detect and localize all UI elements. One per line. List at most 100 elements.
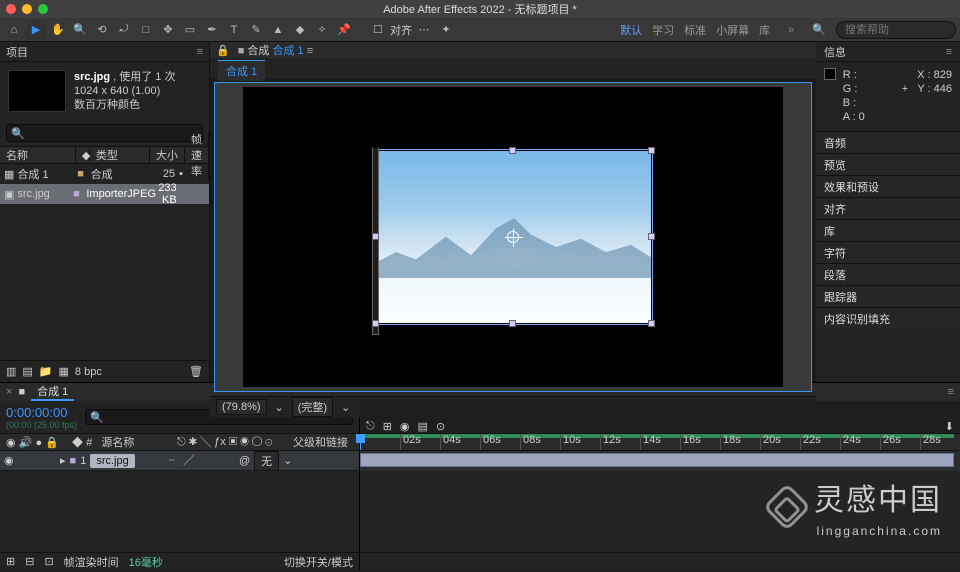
help-search-input[interactable] xyxy=(845,24,947,36)
selection-tool-icon[interactable]: ▶ xyxy=(26,20,46,40)
comp-layer-image[interactable] xyxy=(376,151,651,323)
anchor-tool-icon[interactable]: ✥ xyxy=(158,20,178,40)
playhead[interactable] xyxy=(360,434,361,450)
render-icon[interactable]: ▤ xyxy=(22,365,32,378)
tl-toggle1-icon[interactable]: ⊞ xyxy=(6,555,15,568)
switch-collapse-icon[interactable]: ✱ xyxy=(189,436,197,448)
shy-toggle-icon[interactable]: ⎋ xyxy=(366,420,375,433)
eye-column-icon[interactable]: ◉ xyxy=(6,437,16,449)
tl-toggle2-icon[interactable]: ⊟ xyxy=(25,555,34,568)
layer-track[interactable] xyxy=(360,451,960,471)
layer-row[interactable]: ◉ ▸ ■ 1 src.jpg ⎯ ╱ @ 无 ⌄ xyxy=(0,451,359,471)
label-column-icon[interactable]: ◆ xyxy=(72,437,83,449)
align-section[interactable]: 对齐 xyxy=(816,197,960,219)
puppet-tool-icon[interactable]: 📌 xyxy=(334,20,354,40)
layer-twirl-icon[interactable]: ▸ xyxy=(60,454,66,467)
hand-tool-icon[interactable]: ✋ xyxy=(48,20,68,40)
bpc-button[interactable]: 8 bpc xyxy=(75,366,102,378)
marker-icon[interactable]: ⬇ xyxy=(945,420,954,433)
draft3d-icon[interactable]: ⊙ xyxy=(436,420,445,433)
trash-icon[interactable]: 🗑 xyxy=(189,365,203,378)
clone-tool-icon[interactable]: ▲ xyxy=(268,20,288,40)
handle-tm[interactable] xyxy=(509,147,516,154)
graph-editor-icon[interactable]: ▤ xyxy=(418,420,428,433)
roto-tool-icon[interactable]: ✧ xyxy=(312,20,332,40)
handle-ml[interactable] xyxy=(372,233,379,240)
brush-tool-icon[interactable]: ✎ xyxy=(246,20,266,40)
handle-mr[interactable] xyxy=(648,233,655,240)
rotate-tool-icon[interactable]: ⤾ xyxy=(114,20,134,40)
info-menu-icon[interactable]: ≡ xyxy=(946,46,952,58)
time-ruler[interactable]: 02s04s06s08s10s12s14s16s18s20s22s24s26s2… xyxy=(360,433,960,451)
project-tab[interactable]: 项目 xyxy=(6,44,28,60)
help-search[interactable] xyxy=(836,21,956,39)
maximize-window-icon[interactable] xyxy=(38,4,48,14)
timeline-close-icon[interactable]: × xyxy=(6,386,12,398)
orbit-tool-icon[interactable]: ⟲ xyxy=(92,20,112,40)
comp-lock-icon[interactable]: 🔒 xyxy=(216,44,230,57)
paragraph-section[interactable]: 段落 xyxy=(816,263,960,285)
type-tool-icon[interactable]: T xyxy=(224,20,244,40)
workspace-small[interactable]: 小屏幕 xyxy=(716,22,749,38)
toggle-switches-button[interactable]: 切换开关/模式 xyxy=(284,554,353,570)
info-panel-title[interactable]: 信息 xyxy=(824,44,846,60)
audio-column-icon[interactable]: 🔊 xyxy=(19,437,33,449)
layer-clip[interactable] xyxy=(360,453,954,467)
col-size[interactable]: 大小 xyxy=(150,147,185,163)
close-window-icon[interactable] xyxy=(6,4,16,14)
anchor-point-icon[interactable] xyxy=(507,231,519,243)
contentaware-section[interactable]: 内容识别填充 xyxy=(816,307,960,329)
workspace-learn[interactable]: 学习 xyxy=(652,22,674,38)
zoom-tool-icon[interactable]: 🔍 xyxy=(70,20,90,40)
interpret-icon[interactable]: ▥ xyxy=(6,365,16,378)
pen-tool-icon[interactable]: ✒ xyxy=(202,20,222,40)
parent-header[interactable]: 父级和链接 xyxy=(293,434,353,450)
shape-tool-icon[interactable]: ▭ xyxy=(180,20,200,40)
timeline-menu-icon[interactable]: ≡ xyxy=(948,386,954,398)
character-section[interactable]: 字符 xyxy=(816,241,960,263)
handle-tl[interactable] xyxy=(372,147,379,335)
workspace-overflow-icon[interactable]: » xyxy=(788,24,794,36)
new-folder-icon[interactable]: 📁 xyxy=(39,365,53,378)
motionblur-toggle-icon[interactable]: ◉ xyxy=(400,420,410,433)
preview-section[interactable]: 预览 xyxy=(816,153,960,175)
home-icon[interactable]: ⌂ xyxy=(4,20,24,40)
frameblend-toggle-icon[interactable]: ⊞ xyxy=(383,420,392,433)
snap-options-icon[interactable]: ⋯ xyxy=(414,20,434,40)
workspace-library[interactable]: 库 xyxy=(759,22,770,38)
layer-name[interactable]: src.jpg xyxy=(90,454,134,468)
col-label[interactable]: ◆ xyxy=(76,149,90,162)
handle-br[interactable] xyxy=(648,320,655,327)
timeline-tab[interactable]: 合成 1 xyxy=(31,383,74,401)
comp-viewer[interactable] xyxy=(214,82,812,392)
handle-bl[interactable] xyxy=(372,320,379,327)
project-panel-menu-icon[interactable]: ≡ xyxy=(197,46,203,58)
workspace-default[interactable]: 默认 xyxy=(620,22,642,38)
resolution-dropdown[interactable]: (完整) xyxy=(292,397,333,417)
handle-tr[interactable] xyxy=(648,147,655,154)
camera-tool-icon[interactable]: □ xyxy=(136,20,156,40)
current-time[interactable]: 0:00:00:00 xyxy=(6,405,77,420)
comp-tab-name[interactable]: 合成 1 xyxy=(272,45,303,57)
col-type[interactable]: 类型 xyxy=(90,147,150,163)
parent-pickwhip-icon[interactable]: @ xyxy=(239,455,250,467)
comp-breadcrumb[interactable]: 合成 1 xyxy=(218,60,265,81)
library-section[interactable]: 库 xyxy=(816,219,960,241)
lock-column-icon[interactable]: 🔒 xyxy=(45,437,59,449)
snap-checkbox[interactable]: ☐ xyxy=(368,20,388,40)
audio-section[interactable]: 音频 xyxy=(816,131,960,153)
col-name[interactable]: 名称 xyxy=(0,147,76,163)
solo-column-icon[interactable]: ● xyxy=(35,437,42,449)
zoom-dropdown[interactable]: (79.8%) xyxy=(216,399,267,415)
layer-eye-icon[interactable]: ◉ xyxy=(4,454,14,467)
switch-shy-icon[interactable]: ⎋ xyxy=(177,436,186,448)
workspace-standard[interactable]: 标准 xyxy=(684,22,706,38)
tracker-section[interactable]: 跟踪器 xyxy=(816,285,960,307)
eraser-tool-icon[interactable]: ◆ xyxy=(290,20,310,40)
more-tools-icon[interactable]: ✦ xyxy=(436,20,456,40)
source-name-header[interactable]: 源名称 xyxy=(101,437,134,449)
effects-section[interactable]: 效果和预设 xyxy=(816,175,960,197)
parent-dropdown[interactable]: 无 xyxy=(254,451,279,471)
minimize-window-icon[interactable] xyxy=(22,4,32,14)
handle-bm[interactable] xyxy=(509,320,516,327)
